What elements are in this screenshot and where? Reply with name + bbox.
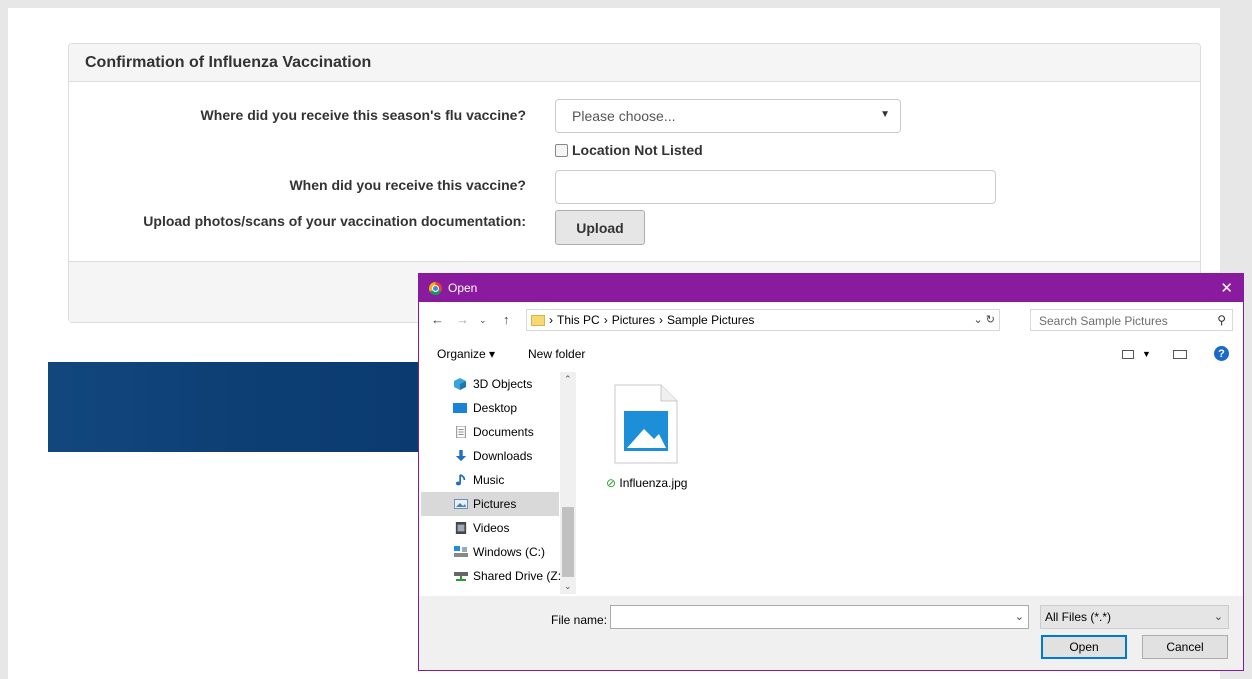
nav-item-videos[interactable]: Videos	[421, 516, 559, 540]
nav-label: Desktop	[473, 401, 518, 415]
file-list: ⊘ Influenza.jpg	[579, 372, 1243, 594]
network-drive-icon	[454, 572, 468, 581]
nav-label: Shared Drive (Z:)	[473, 569, 566, 583]
panel-title: Confirmation of Influenza Vaccination	[69, 44, 1200, 82]
organize-label: Organize	[437, 347, 486, 361]
chrome-icon	[429, 281, 442, 295]
drive-icon	[454, 546, 468, 557]
scroll-down-icon[interactable]: ⌄	[564, 581, 572, 592]
vaccine-location-placeholder: Please choose...	[572, 108, 676, 124]
nav-item-downloads[interactable]: Downloads	[421, 444, 559, 468]
new-folder-button[interactable]: New folder	[528, 347, 585, 361]
upload-label: Upload photos/scans of your vaccination …	[143, 213, 526, 229]
pictures-icon	[454, 499, 468, 509]
nav-label: Downloads	[473, 449, 533, 463]
open-button[interactable]: Open	[1041, 635, 1127, 659]
file-name-input[interactable]: ⌄	[610, 605, 1029, 629]
nav-item-music[interactable]: Music	[421, 468, 559, 492]
breadcrumb-sep-icon: ›	[549, 313, 553, 327]
view-options-icon[interactable]: ▼	[1142, 349, 1151, 359]
videos-icon	[455, 522, 467, 534]
organize-menu[interactable]: Organize ▾	[437, 347, 495, 361]
nav-label: Documents	[473, 425, 534, 439]
search-input[interactable]: Search Sample Pictures ⚲	[1030, 309, 1233, 331]
dropdown-arrow-icon: ▼	[880, 109, 890, 120]
file-name-text: Influenza.jpg	[619, 476, 688, 490]
dialog-footer: File name: ⌄ All Files (*.*) ⌄ Open Canc…	[419, 596, 1243, 670]
close-icon[interactable]: ✕	[1220, 279, 1233, 297]
preview-pane-icon[interactable]	[1173, 350, 1187, 359]
3d-objects-icon	[454, 378, 466, 390]
navigation-pane: 3D Objects Desktop Documents Downloads M…	[419, 372, 577, 594]
dialog-title: Open	[448, 281, 478, 295]
breadcrumb-pictures[interactable]: Pictures	[612, 313, 655, 327]
navigation-bar: ← → ⌄ ↑ › This PC › Pictures › Sample Pi…	[419, 308, 1243, 334]
cancel-button[interactable]: Cancel	[1142, 635, 1228, 659]
nav-scrollbar[interactable]: ⌃ ⌄	[560, 372, 576, 594]
nav-label: Videos	[473, 521, 510, 535]
open-file-dialog: Open ✕ ← → ⌄ ↑ › This PC › Pictures › Sa…	[418, 273, 1244, 671]
nav-item-documents[interactable]: Documents	[421, 420, 559, 444]
nav-label: Music	[473, 473, 505, 487]
downloads-icon	[455, 450, 467, 462]
refresh-icon[interactable]: ⌄ ↻	[974, 313, 996, 326]
synced-check-icon: ⊘	[606, 476, 617, 490]
address-bar[interactable]: › This PC › Pictures › Sample Pictures ⌄…	[526, 309, 1000, 331]
up-arrow-icon[interactable]: ↑	[503, 312, 510, 327]
chevron-down-icon: ⌄	[1213, 611, 1223, 623]
vaccine-location-select[interactable]: Please choose... ▼	[555, 99, 901, 133]
folder-icon	[531, 314, 545, 326]
nav-item-windows-c[interactable]: Windows (C:)	[421, 540, 559, 564]
file-name-label: ⊘ Influenza.jpg	[606, 476, 687, 490]
file-name-field-label: File name:	[551, 613, 608, 627]
music-icon	[455, 474, 466, 486]
location-not-listed-label: Location Not Listed	[572, 142, 703, 158]
location-not-listed-checkbox[interactable]: Location Not Listed	[555, 142, 703, 158]
image-file-icon	[614, 384, 678, 464]
vaccine-location-label: Where did you receive this season's flu …	[200, 107, 526, 123]
breadcrumb-this-pc[interactable]: This PC	[557, 313, 600, 327]
scrollbar-thumb[interactable]	[562, 507, 574, 577]
desktop-icon	[453, 403, 467, 413]
command-bar: Organize ▾ New folder ▼ ?	[419, 344, 1243, 366]
help-icon[interactable]: ?	[1214, 346, 1229, 361]
breadcrumb-sep-icon: ›	[659, 313, 664, 327]
vaccine-date-input[interactable]	[555, 170, 996, 204]
nav-item-shared-drive[interactable]: Shared Drive (Z:)	[421, 564, 565, 588]
forward-arrow-icon[interactable]: →	[456, 312, 469, 327]
chevron-down-icon[interactable]: ⌄	[1015, 610, 1024, 623]
documents-icon	[456, 426, 466, 438]
file-type-select[interactable]: All Files (*.*) ⌄	[1040, 605, 1229, 629]
scroll-up-icon[interactable]: ⌃	[564, 374, 572, 385]
back-arrow-icon[interactable]: ←	[431, 312, 444, 327]
recent-locations-icon[interactable]: ⌄	[479, 315, 487, 326]
nav-label: Windows (C:)	[473, 545, 546, 559]
dialog-titlebar: Open ✕	[419, 274, 1243, 302]
nav-item-3d-objects[interactable]: 3D Objects	[421, 372, 559, 396]
nav-item-pictures[interactable]: Pictures	[421, 492, 559, 516]
vaccine-date-label: When did you receive this vaccine?	[289, 177, 526, 193]
nav-item-desktop[interactable]: Desktop	[421, 396, 559, 420]
breadcrumb-sample-pictures[interactable]: Sample Pictures	[667, 313, 754, 327]
nav-label: 3D Objects	[473, 377, 533, 391]
nav-label: Pictures	[473, 497, 517, 511]
file-type-value: All Files (*.*)	[1045, 610, 1112, 624]
site-banner	[48, 362, 420, 452]
search-icon: ⚲	[1217, 313, 1226, 327]
upload-button[interactable]: Upload	[555, 210, 645, 245]
search-placeholder: Search Sample Pictures	[1039, 314, 1168, 328]
breadcrumb-sep-icon: ›	[603, 313, 608, 327]
checkbox-icon[interactable]	[555, 143, 568, 157]
change-view-icon[interactable]	[1122, 350, 1134, 359]
